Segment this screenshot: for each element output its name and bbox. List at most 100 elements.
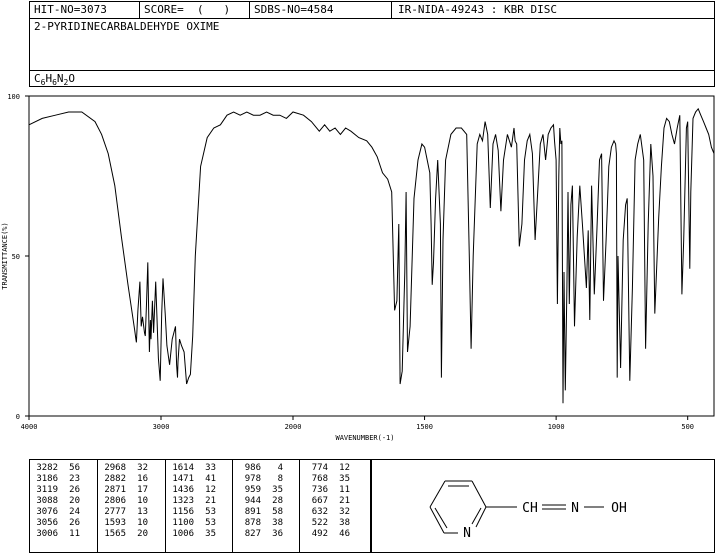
- peak-transmittance: 21: [205, 496, 216, 506]
- peak-transmittance: 32: [137, 463, 148, 473]
- peak-row: 959 35: [235, 485, 283, 496]
- y-axis-label: TRANSMITTANCE(%): [1, 222, 9, 289]
- peak-wavenumber: 891: [244, 507, 261, 517]
- peak-wavenumber: 3119: [36, 485, 58, 495]
- peak-table-divider: [232, 460, 233, 552]
- spectrum-line: [28, 107, 715, 404]
- peak-row: 492 46: [302, 529, 350, 540]
- x-tick-label: 1500: [416, 423, 433, 431]
- peak-wavenumber: 632: [311, 507, 328, 517]
- peak-transmittance: 38: [272, 518, 283, 528]
- peak-column: 3282 56 3186 23 3119 26 3088 20 3076 24 3056 26 3006…: [32, 463, 80, 540]
- peak-row: 878 38: [235, 518, 283, 529]
- peak-row: 986 4: [235, 463, 283, 474]
- peak-wavenumber: 2806: [104, 496, 126, 506]
- peak-transmittance: 24: [69, 507, 80, 517]
- peak-transmittance: 38: [339, 518, 350, 528]
- peak-row: 891 58: [235, 507, 283, 518]
- peak-row: 1006 35: [168, 529, 216, 540]
- peak-row: 667 21: [302, 496, 350, 507]
- x-tick-label: 2000: [285, 423, 302, 431]
- peak-transmittance: 33: [205, 463, 216, 473]
- peak-wavenumber: 1436: [172, 485, 194, 495]
- peak-wavenumber: 1100: [172, 518, 194, 528]
- ch-label: CH: [522, 501, 538, 516]
- peak-row: 3186 23: [32, 474, 80, 485]
- peak-transmittance: 35: [205, 529, 216, 539]
- peak-transmittance: 36: [272, 529, 283, 539]
- ir-spectrum-chart: 4000 3000 2000 1500 1000 500100500 WAVENUMBER…: [1, 93, 715, 442]
- peak-row: 1593 10: [100, 518, 148, 529]
- peak-wavenumber: 986: [244, 463, 261, 473]
- peak-row: 1156 53: [168, 507, 216, 518]
- x-tick-label: 3000: [153, 423, 170, 431]
- peak-transmittance: 20: [137, 529, 148, 539]
- peak-transmittance: 12: [205, 485, 216, 495]
- peak-table: 3282 56 3186 23 3119 26 3088 20 3076 24 3056 26 3006…: [29, 459, 371, 553]
- peak-row: 768 35: [302, 474, 350, 485]
- peak-row: 774 12: [302, 463, 350, 474]
- peak-row: 736 11: [302, 485, 350, 496]
- peak-row: 2882 16: [100, 474, 148, 485]
- peak-transmittance: 12: [339, 463, 350, 473]
- y-tick-label: 0: [16, 413, 20, 421]
- hydroxyl-label: OH: [611, 501, 627, 516]
- peak-row: 2806 10: [100, 496, 148, 507]
- peak-wavenumber: 1471: [172, 474, 194, 484]
- peak-wavenumber: 878: [244, 518, 261, 528]
- peak-transmittance: 11: [69, 529, 80, 539]
- peak-row: 3088 20: [32, 496, 80, 507]
- peak-row: 1471 41: [168, 474, 216, 485]
- peak-transmittance: 35: [272, 485, 283, 495]
- peak-wavenumber: 768: [311, 474, 328, 484]
- x-tick-label: 4000: [21, 423, 38, 431]
- peak-column: 2968 32 2882 16 2871 17 2806 10 2777 13 1593 10 1565…: [100, 463, 148, 540]
- peak-transmittance: 20: [69, 496, 80, 506]
- peak-wavenumber: 736: [311, 485, 328, 495]
- peak-transmittance: 21: [339, 496, 350, 506]
- peak-row: 3076 24: [32, 507, 80, 518]
- peak-wavenumber: 1156: [172, 507, 194, 517]
- peak-wavenumber: 1565: [104, 529, 126, 539]
- peak-column: 986 4 978 8 959 35 944 28 891 58 878 38 827 36: [235, 463, 283, 540]
- peak-transmittance: 17: [137, 485, 148, 495]
- peak-wavenumber: 978: [244, 474, 261, 484]
- plot-frame: [28, 95, 715, 417]
- peak-transmittance: 10: [137, 496, 148, 506]
- peak-row: 827 36: [235, 529, 283, 540]
- peak-row: 2968 32: [100, 463, 148, 474]
- peak-transmittance: 26: [69, 518, 80, 528]
- peak-table-divider: [299, 460, 300, 552]
- peak-row: 2871 17: [100, 485, 148, 496]
- peak-transmittance: 58: [272, 507, 283, 517]
- peak-transmittance: 56: [69, 463, 80, 473]
- peak-transmittance: 35: [339, 474, 350, 484]
- peak-wavenumber: 944: [244, 496, 261, 506]
- peak-row: 2777 13: [100, 507, 148, 518]
- peak-row: 632 32: [302, 507, 350, 518]
- peak-wavenumber: 959: [244, 485, 261, 495]
- peak-wavenumber: 2968: [104, 463, 126, 473]
- peak-transmittance: 16: [137, 474, 148, 484]
- peak-wavenumber: 522: [311, 518, 328, 528]
- peak-transmittance: 4: [277, 463, 283, 473]
- x-axis-label: WAVENUMBER(-1): [335, 434, 394, 442]
- peak-row: 1436 12: [168, 485, 216, 496]
- peak-wavenumber: 2882: [104, 474, 126, 484]
- structure-panel: N CH N OH: [371, 459, 715, 553]
- peak-wavenumber: 3076: [36, 507, 58, 517]
- chemical-structure: N CH N OH: [429, 480, 627, 541]
- peak-transmittance: 10: [137, 518, 148, 528]
- peak-row: 522 38: [302, 518, 350, 529]
- peak-wavenumber: 2871: [104, 485, 126, 495]
- peak-wavenumber: 3006: [36, 529, 58, 539]
- x-tick-label: 500: [681, 423, 694, 431]
- peak-row: 1323 21: [168, 496, 216, 507]
- peak-transmittance: 13: [137, 507, 148, 517]
- peak-transmittance: 11: [339, 485, 350, 495]
- peak-row: 1565 20: [100, 529, 148, 540]
- peak-row: 3056 26: [32, 518, 80, 529]
- peak-transmittance: 8: [277, 474, 283, 484]
- peak-table-divider: [97, 460, 98, 552]
- peak-wavenumber: 1593: [104, 518, 126, 528]
